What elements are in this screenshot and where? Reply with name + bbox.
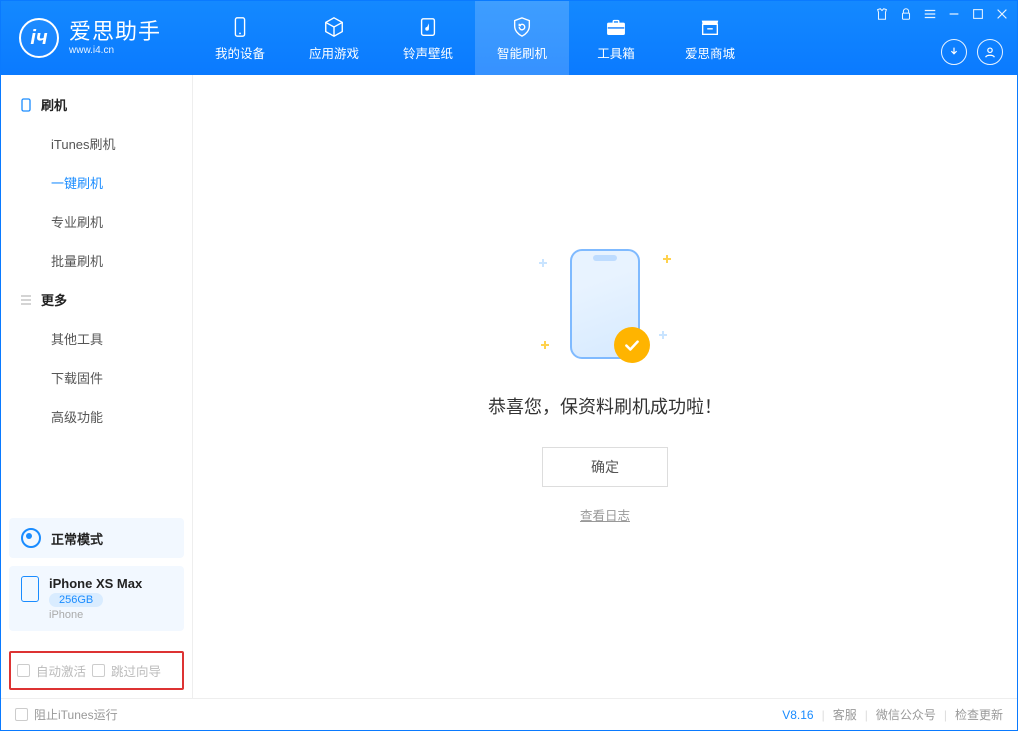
- device-cards: 正常模式 iPhone XS Max 256GB iPhone: [1, 510, 192, 647]
- body: 刷机 iTunes刷机 一键刷机 专业刷机 批量刷机 更多 其他工具 下载固件 …: [1, 75, 1017, 698]
- main-content: 恭喜您，保资料刷机成功啦！ 确定 查看日志: [193, 75, 1017, 698]
- minimize-icon[interactable]: [947, 7, 961, 21]
- separator: |: [944, 708, 947, 722]
- device-icon: [21, 576, 39, 602]
- sparkle-icon: [663, 255, 671, 263]
- tab-label: 工具箱: [597, 43, 635, 62]
- options-highlight-box: 自动激活 跳过向导: [9, 651, 184, 690]
- checkmark-badge-icon: [614, 327, 650, 363]
- app-title: 爱思助手: [69, 19, 161, 45]
- sidebar-item-download-firmware[interactable]: 下载固件: [1, 358, 192, 397]
- maximize-icon[interactable]: [971, 7, 985, 21]
- sidebar-item-itunes-flash[interactable]: iTunes刷机: [1, 124, 192, 163]
- footer-right: V8.16 | 客服 | 微信公众号 | 检查更新: [782, 706, 1003, 723]
- phone-illustration-icon: [570, 249, 640, 359]
- tab-toolbox[interactable]: 工具箱: [569, 1, 663, 75]
- sidebar-item-advanced[interactable]: 高级功能: [1, 397, 192, 436]
- main-tabs: 我的设备 应用游戏 铃声壁纸 智能刷机 工具箱 爱思商城: [193, 1, 757, 75]
- success-illustration: [545, 249, 665, 369]
- ok-button[interactable]: 确定: [542, 447, 668, 487]
- music-file-icon: [416, 15, 440, 39]
- download-button[interactable]: [941, 39, 967, 65]
- tab-label: 智能刷机: [497, 43, 547, 62]
- header-bar: iч 爱思助手 www.i4.cn 我的设备 应用游戏 铃声壁纸 智能刷机: [1, 1, 1017, 75]
- checkbox-skip-guide[interactable]: [92, 664, 105, 677]
- tab-smart-flash[interactable]: 智能刷机: [475, 1, 569, 75]
- tab-ringtones-wallpapers[interactable]: 铃声壁纸: [381, 1, 475, 75]
- footer-left: 阻止iTunes运行: [15, 706, 118, 723]
- logo-text: 爱思助手 www.i4.cn: [69, 19, 161, 57]
- device-info: iPhone XS Max 256GB iPhone: [49, 576, 142, 621]
- wechat-link[interactable]: 微信公众号: [876, 706, 936, 723]
- auto-activate-label: 自动激活: [36, 661, 86, 680]
- tab-label: 应用游戏: [309, 43, 359, 62]
- menu-icon[interactable]: [923, 7, 937, 21]
- sidebar-group-more[interactable]: 更多: [1, 280, 192, 319]
- device-type: iPhone: [49, 609, 142, 621]
- list-icon: [19, 293, 33, 307]
- shirt-icon[interactable]: [875, 7, 889, 21]
- toolbox-icon: [604, 15, 628, 39]
- check-update-link[interactable]: 检查更新: [955, 706, 1003, 723]
- support-link[interactable]: 客服: [833, 706, 857, 723]
- logo-block: iч 爱思助手 www.i4.cn: [1, 18, 193, 58]
- tab-label: 爱思商城: [685, 43, 735, 62]
- sidebar: 刷机 iTunes刷机 一键刷机 专业刷机 批量刷机 更多 其他工具 下载固件 …: [1, 75, 193, 698]
- device-name: iPhone XS Max: [49, 576, 142, 591]
- user-button[interactable]: [977, 39, 1003, 65]
- phone-icon: [228, 15, 252, 39]
- mode-label: 正常模式: [51, 529, 103, 548]
- block-itunes-label: 阻止iTunes运行: [34, 706, 118, 723]
- close-icon[interactable]: [995, 7, 1009, 21]
- version-label: V8.16: [782, 708, 813, 722]
- success-message: 恭喜您，保资料刷机成功啦！: [488, 393, 722, 419]
- sparkle-icon: [659, 331, 667, 339]
- app-window: { "app": { "title": "爱思助手", "subtitle": …: [0, 0, 1018, 731]
- separator: |: [822, 708, 825, 722]
- checkbox-auto-activate[interactable]: [17, 664, 30, 677]
- device-capacity: 256GB: [49, 593, 103, 607]
- footer-bar: 阻止iTunes运行 V8.16 | 客服 | 微信公众号 | 检查更新: [1, 698, 1017, 730]
- sidebar-content: 刷机 iTunes刷机 一键刷机 专业刷机 批量刷机 更多 其他工具 下载固件 …: [1, 75, 192, 510]
- sparkle-icon: [541, 341, 549, 349]
- tab-label: 我的设备: [215, 43, 265, 62]
- window-controls: [875, 7, 1009, 21]
- separator: |: [865, 708, 868, 722]
- tab-my-device[interactable]: 我的设备: [193, 1, 287, 75]
- group-title: 更多: [41, 290, 67, 309]
- store-icon: [698, 15, 722, 39]
- sparkle-icon: [539, 259, 547, 267]
- mode-indicator-icon: [21, 528, 41, 548]
- tab-label: 铃声壁纸: [403, 43, 453, 62]
- sidebar-item-other-tools[interactable]: 其他工具: [1, 319, 192, 358]
- sidebar-item-batch-flash[interactable]: 批量刷机: [1, 241, 192, 280]
- shield-refresh-icon: [510, 15, 534, 39]
- app-logo-icon: iч: [19, 18, 59, 58]
- mode-card[interactable]: 正常模式: [9, 518, 184, 558]
- skip-guide-label: 跳过向导: [111, 661, 161, 680]
- app-subtitle: www.i4.cn: [69, 45, 161, 57]
- checkbox-block-itunes[interactable]: [15, 708, 28, 721]
- device-card[interactable]: iPhone XS Max 256GB iPhone: [9, 566, 184, 631]
- device-outline-icon: [19, 98, 33, 112]
- lock-icon[interactable]: [899, 7, 913, 21]
- header-action-circles: [941, 39, 1003, 65]
- cube-icon: [322, 15, 346, 39]
- tab-apps-games[interactable]: 应用游戏: [287, 1, 381, 75]
- sidebar-item-pro-flash[interactable]: 专业刷机: [1, 202, 192, 241]
- tab-store[interactable]: 爱思商城: [663, 1, 757, 75]
- group-title: 刷机: [41, 95, 67, 114]
- view-log-link[interactable]: 查看日志: [580, 505, 630, 524]
- sidebar-group-flash[interactable]: 刷机: [1, 85, 192, 124]
- sidebar-item-oneclick-flash[interactable]: 一键刷机: [1, 163, 192, 202]
